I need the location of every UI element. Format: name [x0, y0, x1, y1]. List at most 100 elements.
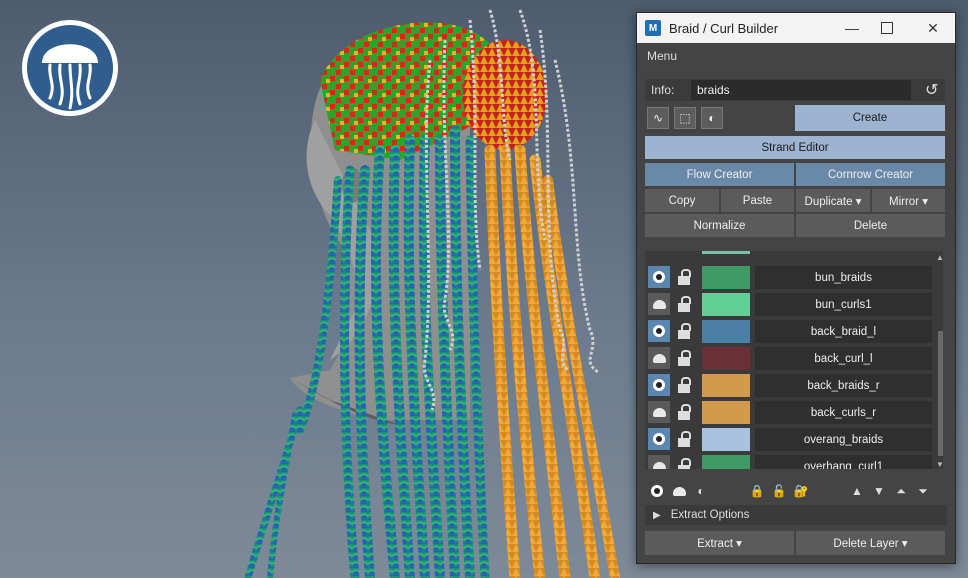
- move-top-icon[interactable]: ⏶: [893, 483, 909, 499]
- maximize-icon: [881, 22, 893, 34]
- create-button[interactable]: Create: [795, 105, 945, 131]
- visibility-hidden-icon[interactable]: [648, 455, 670, 469]
- unlock-icon[interactable]: [678, 431, 692, 447]
- layer-name[interactable]: back_braids_r: [755, 374, 932, 397]
- dome-icon: [652, 353, 666, 363]
- info-field[interactable]: braids: [691, 80, 911, 100]
- sphere-tool-icon[interactable]: ◐: [701, 107, 723, 129]
- layer-row[interactable]: back_curls_r: [645, 400, 937, 425]
- layer-row[interactable]: back_braids_r: [645, 373, 937, 398]
- show-all-eye-icon[interactable]: [649, 483, 665, 499]
- menu-bar: Menu: [637, 43, 955, 69]
- visibility-hidden-icon[interactable]: [648, 293, 670, 315]
- layer-color-swatch[interactable]: [702, 266, 750, 289]
- visibility-eye-icon[interactable]: [648, 374, 670, 396]
- layer-name[interactable]: bun_curls1: [755, 293, 932, 316]
- layer-name[interactable]: overhang_curl1: [755, 455, 932, 469]
- expand-triangle-icon: ▶: [653, 509, 661, 521]
- jellyfish-logo: [22, 20, 118, 116]
- layer-name[interactable]: bun_braids: [755, 266, 932, 289]
- visibility-eye-icon[interactable]: [648, 320, 670, 342]
- scroll-down-arrow-icon[interactable]: ▼: [936, 460, 943, 469]
- select-tool-icon[interactable]: ⬚: [674, 107, 696, 129]
- lock-body: [678, 276, 690, 285]
- layer-name[interactable]: back_braid_l: [755, 320, 932, 343]
- mirror-button[interactable]: Mirror ▾: [872, 189, 945, 212]
- copy-button[interactable]: Copy: [645, 189, 719, 212]
- hide-all-icon[interactable]: [671, 483, 687, 499]
- unlock-icon[interactable]: [678, 296, 692, 312]
- partial-row-swatch: [702, 251, 750, 254]
- move-bottom-icon[interactable]: ⏷: [915, 483, 931, 499]
- visibility-hidden-icon[interactable]: [648, 401, 670, 423]
- close-button[interactable]: ✕: [913, 13, 953, 43]
- toggle-lock-icon[interactable]: 🔐: [793, 483, 809, 499]
- maya-app-icon: M: [645, 20, 661, 36]
- flow-creator-button[interactable]: Flow Creator: [645, 163, 794, 186]
- toggle-visibility-icon[interactable]: ◐: [693, 483, 709, 499]
- strand-editor-button[interactable]: Strand Editor: [645, 136, 945, 159]
- delete-button[interactable]: Delete: [796, 214, 945, 237]
- lock-body: [678, 303, 690, 312]
- curve-tool-icon[interactable]: ∿: [647, 107, 669, 129]
- dome-icon: [652, 461, 666, 469]
- layer-color-swatch[interactable]: [702, 401, 750, 424]
- layer-color-swatch[interactable]: [702, 428, 750, 451]
- refresh-icon[interactable]: ↺: [925, 80, 938, 100]
- layer-list[interactable]: bun_braids bun_curls1 back_braid_l back_cur…: [645, 251, 943, 469]
- layer-row[interactable]: overhang_curl1: [645, 454, 937, 469]
- info-row: Info: braids ↺: [645, 79, 945, 101]
- paste-button[interactable]: Paste: [721, 189, 794, 212]
- lock-body: [678, 411, 690, 420]
- lock-body: [678, 384, 690, 393]
- unlock-icon[interactable]: [678, 404, 692, 420]
- layer-color-swatch[interactable]: [702, 347, 750, 370]
- scroll-up-arrow-icon[interactable]: ▲: [936, 253, 943, 262]
- eye-icon: [653, 325, 665, 337]
- cornrow-creator-button[interactable]: Cornrow Creator: [796, 163, 945, 186]
- normalize-button[interactable]: Normalize: [645, 214, 794, 237]
- layer-row[interactable]: bun_curls1: [645, 292, 937, 317]
- unlock-all-icon[interactable]: 🔓: [771, 483, 787, 499]
- layer-row[interactable]: bun_braids: [645, 265, 937, 290]
- minimize-button[interactable]: —: [832, 13, 872, 43]
- layer-row[interactable]: back_braid_l: [645, 319, 937, 344]
- layer-name[interactable]: overang_braids: [755, 428, 932, 451]
- unlock-icon[interactable]: [678, 458, 692, 469]
- layer-color-swatch[interactable]: [702, 374, 750, 397]
- extract-button[interactable]: Extract ▾: [645, 531, 794, 555]
- layer-name[interactable]: back_curls_r: [755, 401, 932, 424]
- unlock-icon[interactable]: [678, 377, 692, 393]
- lock-body: [678, 357, 690, 366]
- dome-icon: [672, 486, 686, 496]
- delete-layer-button[interactable]: Delete Layer ▾: [796, 531, 945, 555]
- braid-curl-builder-window: M Braid / Curl Builder — ✕ Menu Info: br…: [636, 12, 956, 564]
- visibility-hidden-icon[interactable]: [648, 347, 670, 369]
- layer-row[interactable]: back_curl_l: [645, 346, 937, 371]
- layer-row[interactable]: overang_braids: [645, 427, 937, 452]
- info-label: Info:: [651, 83, 675, 97]
- visibility-eye-icon[interactable]: [648, 266, 670, 288]
- title-bar[interactable]: M Braid / Curl Builder — ✕: [637, 13, 955, 43]
- unlock-icon[interactable]: [678, 269, 692, 285]
- scrollbar-thumb[interactable]: [938, 331, 943, 456]
- dome-icon: [652, 299, 666, 309]
- move-up-icon[interactable]: ▲: [849, 483, 865, 499]
- layer-name[interactable]: back_curl_l: [755, 347, 932, 370]
- unlock-icon[interactable]: [678, 350, 692, 366]
- duplicate-button[interactable]: Duplicate ▾: [796, 189, 870, 212]
- maximize-button[interactable]: [867, 13, 907, 43]
- unlock-icon[interactable]: [678, 323, 692, 339]
- layer-color-swatch[interactable]: [702, 320, 750, 343]
- eye-icon: [653, 379, 665, 391]
- eye-icon: [653, 271, 665, 283]
- layer-color-swatch[interactable]: [702, 455, 750, 469]
- move-down-icon[interactable]: ▼: [871, 483, 887, 499]
- extract-options-header[interactable]: ▶ Extract Options: [645, 505, 947, 525]
- lock-body: [678, 438, 690, 447]
- layer-tools-row: ◐ 🔒 🔓 🔐 ▲ ▼ ⏶ ⏷: [647, 483, 947, 501]
- layer-color-swatch[interactable]: [702, 293, 750, 316]
- visibility-eye-icon[interactable]: [648, 428, 670, 450]
- lock-all-icon[interactable]: 🔒: [749, 483, 765, 499]
- menu-item-menu[interactable]: Menu: [647, 49, 677, 63]
